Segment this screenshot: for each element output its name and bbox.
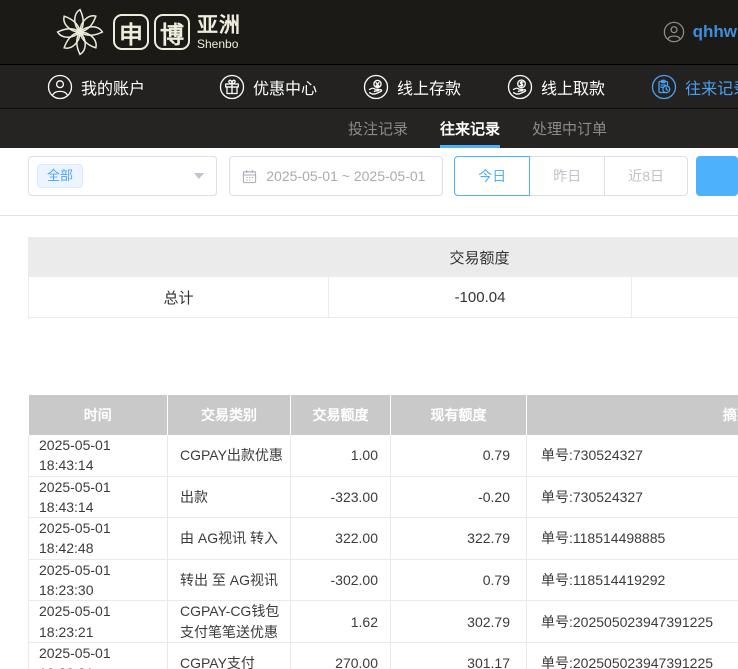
search-button[interactable] [696,156,738,196]
transactions-table: 时间交易类别交易额度现有额度摘要 2025-05-01 18:43:14CGPA… [28,395,738,669]
table-cell: 2025-05-01 18:23:21 [29,642,168,669]
filter-bar: 全部 2025-05-01 ~ 2025-05-01 今日昨日近8日 [28,156,738,196]
top-header: 申 博 亚洲 Shenbo qhhw [0,0,738,64]
table-cell: -0.20 [391,476,527,518]
chevron-down-icon [194,173,204,179]
table-cell: 0.79 [391,559,527,601]
username: qhhw [693,22,737,42]
column-header: 交易额度 [291,395,391,435]
nav-item-4[interactable]: 线上取款 [507,74,605,100]
brand-region-en: Shenbo [197,38,241,50]
user-avatar-icon [663,21,685,43]
table-cell: CGPAY支付 [168,642,291,669]
quick-button-3[interactable]: 近8日 [604,156,688,196]
table-cell: 单号:730524327 [527,435,738,476]
brand-char-bo: 博 [154,14,190,50]
table-cell: CGPAY-CG钱包支付笔笔送优惠 [168,601,291,643]
table-cell: 302.79 [391,601,527,643]
table-cell: 单号:730524327 [527,476,738,518]
brand-char-shen: 申 [113,14,149,50]
summary-total-row: 总计 -100.04 [28,277,738,318]
table-cell: 2025-05-01 18:43:14 [29,476,168,518]
column-header: 现有额度 [391,395,527,435]
table-header-row: 时间交易类别交易额度现有额度摘要 [29,395,738,435]
table-row: 2025-05-01 18:43:14CGPAY出款优惠1.000.79单号:7… [29,435,738,476]
column-header: 交易类别 [168,395,291,435]
type-select[interactable]: 全部 [28,156,217,196]
table-row: 2025-05-01 18:43:14出款-323.00-0.20单号:7305… [29,476,738,518]
column-header: 摘要 [527,395,738,435]
table-row: 2025-05-01 18:23:21CGPAY-CG钱包支付笔笔送优惠1.62… [29,601,738,643]
table-row: 2025-05-01 18:42:48由 AG视讯 转入322.00322.79… [29,518,738,560]
column-header: 时间 [29,395,168,435]
type-select-value: 全部 [37,164,83,188]
table-cell: 2025-05-01 18:43:14 [29,435,168,476]
table-cell: 出款 [168,476,291,518]
table-cell: 单号:118514498885 [527,518,738,560]
summary-header-row: 交易额度 [28,237,738,277]
withdraw-icon [507,74,533,100]
table-cell: 1.62 [291,601,391,643]
nav-item-3[interactable]: 线上存款 [363,74,461,100]
nav-item-2[interactable]: 优惠中心 [219,74,317,100]
table-cell: 2025-05-01 18:42:48 [29,518,168,560]
table-cell: 转出 至 AG视讯 [168,559,291,601]
table-cell: 1.00 [291,435,391,476]
table-cell: 322.00 [291,518,391,560]
date-range-value: 2025-05-01 ~ 2025-05-01 [266,168,425,184]
table-cell: 2025-05-01 18:23:21 [29,601,168,643]
table-cell: 单号:202505023947391225 [527,601,738,643]
table-cell: 322.79 [391,518,527,560]
table-cell: CGPAY出款优惠 [168,435,291,476]
table-row: 2025-05-01 18:23:21CGPAY支付270.00301.17单号… [29,642,738,669]
user-icon [47,74,73,100]
quick-button-1[interactable]: 今日 [454,156,530,196]
table-cell: 单号:118514419292 [527,559,738,601]
quick-button-2[interactable]: 昨日 [529,156,605,196]
table-cell: 270.00 [291,642,391,669]
summary-table: 交易额度 总计 -100.04 [28,237,738,318]
nav-item-5[interactable]: 往来记录 [651,74,738,100]
table-cell: 0.79 [391,435,527,476]
brand-region: 亚洲 Shenbo [197,15,241,50]
gift-icon [219,74,245,100]
section-divider [0,215,738,216]
table-cell: 2025-05-01 18:23:30 [29,559,168,601]
table-row: 2025-05-01 18:23:30转出 至 AG视讯-302.000.79单… [29,559,738,601]
tab-2[interactable]: 往来记录 [440,109,500,148]
subnav-tabs: 投注记录往来记录处理中订单 [0,108,738,148]
summary-total-value: -100.04 [329,277,632,317]
tab-3[interactable]: 处理中订单 [532,109,607,148]
table-cell: 由 AG视讯 转入 [168,518,291,560]
records-icon [651,74,677,100]
table-cell: -323.00 [291,476,391,518]
date-range-input[interactable]: 2025-05-01 ~ 2025-05-01 [229,156,443,196]
main-nav: 我的账户 优惠中心 线上存款 线上取款 往来记录 [0,64,738,108]
table-cell: 单号:202505023947391225 [527,642,738,669]
flower-logo-icon [52,4,108,60]
tab-1[interactable]: 投注记录 [348,109,408,148]
brand-region-cn: 亚洲 [197,15,241,36]
table-cell: -302.00 [291,559,391,601]
deposit-icon [363,74,389,100]
calendar-icon [242,169,257,184]
table-body: 2025-05-01 18:43:14CGPAY出款优惠1.000.79单号:7… [29,435,738,669]
table-cell: 301.17 [391,642,527,669]
summary-row-label: 总计 [29,277,329,317]
nav-item-1[interactable]: 我的账户 [47,74,145,100]
user-account[interactable]: qhhw [663,0,738,64]
brand-logo: 申 博 亚洲 Shenbo [52,4,241,60]
quick-date-buttons: 今日昨日近8日 [454,156,688,196]
summary-header-label: 交易额度 [328,247,631,268]
